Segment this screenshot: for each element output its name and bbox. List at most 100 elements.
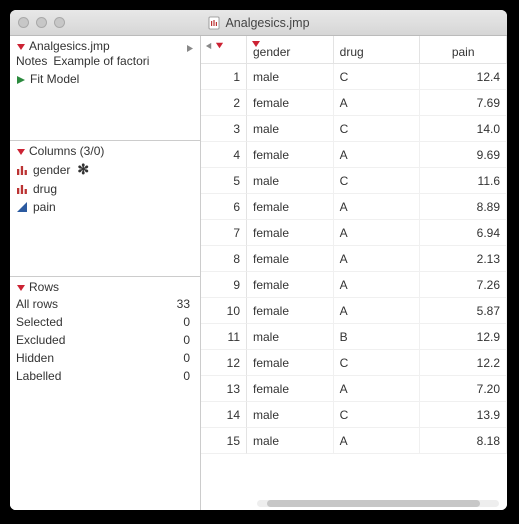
- column-item-drug[interactable]: drug: [10, 180, 200, 198]
- panel-menu-icon[interactable]: [16, 41, 26, 51]
- column-header-gender[interactable]: gender: [247, 36, 334, 64]
- cell-drug[interactable]: C: [334, 116, 421, 142]
- row-number[interactable]: 3: [201, 116, 247, 142]
- cell-drug[interactable]: C: [334, 64, 421, 90]
- cell-drug[interactable]: A: [334, 194, 421, 220]
- row-number[interactable]: 14: [201, 402, 247, 428]
- cell-drug[interactable]: C: [334, 350, 421, 376]
- row-number[interactable]: 15: [201, 428, 247, 454]
- cell-gender[interactable]: female: [247, 350, 334, 376]
- table-row[interactable]: 1maleC12.4: [201, 64, 507, 90]
- cell-pain[interactable]: 8.18: [420, 428, 507, 454]
- row-number[interactable]: 5: [201, 168, 247, 194]
- table-row[interactable]: 15maleA8.18: [201, 428, 507, 454]
- column-item-pain[interactable]: pain: [10, 198, 200, 216]
- cell-pain[interactable]: 7.20: [420, 376, 507, 402]
- cell-drug[interactable]: C: [334, 168, 421, 194]
- column-item-gender[interactable]: gender✻: [10, 159, 200, 180]
- table-row[interactable]: 7femaleA6.94: [201, 220, 507, 246]
- cell-pain[interactable]: 6.94: [420, 220, 507, 246]
- table-row[interactable]: 3maleC14.0: [201, 116, 507, 142]
- info-panel-header[interactable]: Analgesics.jmp: [10, 36, 200, 54]
- table-row[interactable]: 10femaleA5.87: [201, 298, 507, 324]
- rows-stat-selected[interactable]: Selected0: [10, 313, 200, 331]
- horizontal-scrollbar[interactable]: [201, 496, 507, 510]
- fit-model-script[interactable]: Fit Model: [10, 70, 200, 90]
- cell-pain[interactable]: 7.69: [420, 90, 507, 116]
- table-row[interactable]: 11maleB12.9: [201, 324, 507, 350]
- cell-gender[interactable]: female: [247, 298, 334, 324]
- row-number[interactable]: 13: [201, 376, 247, 402]
- cell-pain[interactable]: 12.2: [420, 350, 507, 376]
- cell-gender[interactable]: male: [247, 402, 334, 428]
- cell-pain[interactable]: 7.26: [420, 272, 507, 298]
- cell-drug[interactable]: A: [334, 246, 421, 272]
- panel-menu-icon[interactable]: [16, 282, 26, 292]
- cell-drug[interactable]: A: [334, 428, 421, 454]
- table-row[interactable]: 8femaleA2.13: [201, 246, 507, 272]
- cell-gender[interactable]: female: [247, 220, 334, 246]
- panel-menu-icon[interactable]: [251, 38, 261, 48]
- table-row[interactable]: 2femaleA7.69: [201, 90, 507, 116]
- cell-pain[interactable]: 14.0: [420, 116, 507, 142]
- cell-pain[interactable]: 5.87: [420, 298, 507, 324]
- row-number[interactable]: 1: [201, 64, 247, 90]
- table-row[interactable]: 6femaleA8.89: [201, 194, 507, 220]
- cell-drug[interactable]: A: [334, 142, 421, 168]
- row-number[interactable]: 8: [201, 246, 247, 272]
- chevron-right-icon[interactable]: [185, 42, 194, 51]
- cell-gender[interactable]: female: [247, 90, 334, 116]
- table-row[interactable]: 14maleC13.9: [201, 402, 507, 428]
- cell-gender[interactable]: male: [247, 428, 334, 454]
- cell-pain[interactable]: 2.13: [420, 246, 507, 272]
- panel-menu-icon[interactable]: [215, 39, 224, 48]
- row-number[interactable]: 10: [201, 298, 247, 324]
- cell-drug[interactable]: A: [334, 220, 421, 246]
- cell-gender[interactable]: female: [247, 142, 334, 168]
- column-header-drug[interactable]: drug: [334, 36, 421, 64]
- cell-pain[interactable]: 12.4: [420, 64, 507, 90]
- minimize-button[interactable]: [36, 17, 47, 28]
- table-row[interactable]: 9femaleA7.26: [201, 272, 507, 298]
- cell-pain[interactable]: 9.69: [420, 142, 507, 168]
- cell-drug[interactable]: A: [334, 90, 421, 116]
- cell-drug[interactable]: A: [334, 272, 421, 298]
- titlebar[interactable]: Analgesics.jmp: [10, 10, 507, 36]
- cell-pain[interactable]: 13.9: [420, 402, 507, 428]
- cell-pain[interactable]: 12.9: [420, 324, 507, 350]
- chevron-left-icon[interactable]: [205, 39, 213, 47]
- cell-drug[interactable]: A: [334, 298, 421, 324]
- row-number[interactable]: 11: [201, 324, 247, 350]
- cell-pain[interactable]: 8.89: [420, 194, 507, 220]
- cell-gender[interactable]: male: [247, 168, 334, 194]
- row-number[interactable]: 2: [201, 90, 247, 116]
- cell-gender[interactable]: male: [247, 64, 334, 90]
- rows-panel-header[interactable]: Rows: [10, 277, 200, 295]
- table-row[interactable]: 13femaleA7.20: [201, 376, 507, 402]
- cell-gender[interactable]: female: [247, 246, 334, 272]
- rows-stat-hidden[interactable]: Hidden0: [10, 349, 200, 367]
- table-row[interactable]: 4femaleA9.69: [201, 142, 507, 168]
- grid-corner[interactable]: [201, 36, 247, 64]
- row-number[interactable]: 6: [201, 194, 247, 220]
- cell-gender[interactable]: male: [247, 324, 334, 350]
- panel-menu-icon[interactable]: [16, 146, 26, 156]
- rows-stat-excluded[interactable]: Excluded0: [10, 331, 200, 349]
- cell-drug[interactable]: A: [334, 376, 421, 402]
- table-row[interactable]: 5maleC11.6: [201, 168, 507, 194]
- columns-panel-header[interactable]: Columns (3/0): [10, 141, 200, 159]
- row-number[interactable]: 7: [201, 220, 247, 246]
- cell-gender[interactable]: male: [247, 116, 334, 142]
- column-header-pain[interactable]: pain: [420, 36, 507, 64]
- cell-gender[interactable]: female: [247, 376, 334, 402]
- row-number[interactable]: 4: [201, 142, 247, 168]
- rows-stat-all-rows[interactable]: All rows33: [10, 295, 200, 313]
- close-button[interactable]: [18, 17, 29, 28]
- cell-gender[interactable]: female: [247, 194, 334, 220]
- cell-gender[interactable]: female: [247, 272, 334, 298]
- table-row[interactable]: 12femaleC12.2: [201, 350, 507, 376]
- grid-body[interactable]: 1maleC12.42femaleA7.693maleC14.04femaleA…: [201, 64, 507, 496]
- row-number[interactable]: 9: [201, 272, 247, 298]
- rows-stat-labelled[interactable]: Labelled0: [10, 367, 200, 385]
- cell-drug[interactable]: C: [334, 402, 421, 428]
